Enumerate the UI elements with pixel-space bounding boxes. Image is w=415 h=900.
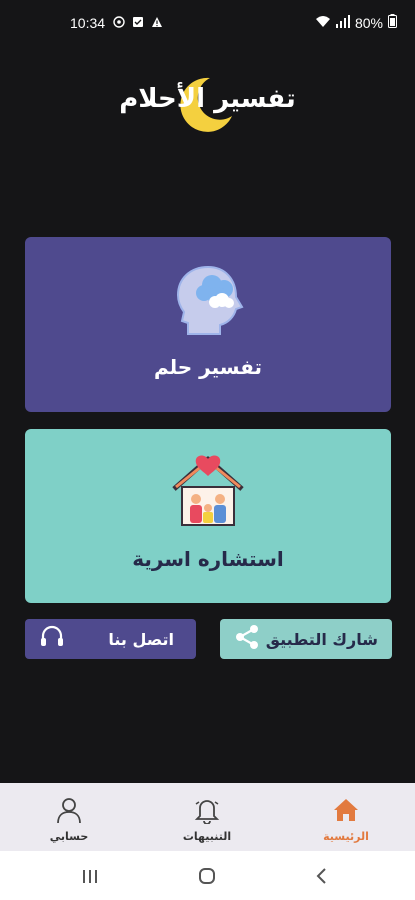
logo-title: تفسير الأحلام xyxy=(119,84,296,114)
nav-account-label: حسابي xyxy=(49,830,89,843)
contact-button-label: اتصل بنا xyxy=(108,629,174,649)
share-icon xyxy=(234,624,260,654)
family-card-label: استشاره اسرية xyxy=(132,547,284,571)
alert-icon xyxy=(151,16,163,28)
nav-account[interactable]: حسابي xyxy=(0,783,138,851)
signal-icon xyxy=(335,14,350,31)
user-icon xyxy=(55,796,83,824)
family-house-icon xyxy=(168,451,248,533)
headset-icon xyxy=(39,624,65,654)
head-cloud-icon xyxy=(168,259,248,343)
dream-interpretation-card[interactable]: تفسير حلم xyxy=(25,237,391,412)
home-circle-icon[interactable] xyxy=(195,865,219,887)
home-icon xyxy=(332,796,360,824)
recent-apps-icon[interactable] xyxy=(78,865,102,887)
share-app-button[interactable]: شارك التطبيق xyxy=(220,619,392,659)
family-consultation-card[interactable]: استشاره اسرية xyxy=(25,429,391,603)
status-system-icons: 80% xyxy=(315,14,397,31)
system-navigation-bar xyxy=(0,851,415,900)
battery-percent: 80% xyxy=(354,14,383,31)
bell-icon xyxy=(193,796,221,825)
contact-us-button[interactable]: اتصل بنا xyxy=(25,619,196,659)
app-logo: تفسير الأحلام xyxy=(110,72,305,134)
back-icon[interactable] xyxy=(310,865,334,887)
nav-alerts-label: التنبيهات xyxy=(182,830,232,843)
battery-icon xyxy=(388,14,397,31)
notification-icon xyxy=(113,16,125,28)
nav-home[interactable]: الرئيسية xyxy=(277,783,415,851)
dream-card-label: تفسير حلم xyxy=(153,355,263,379)
save-icon xyxy=(132,16,144,28)
status-notification-icons xyxy=(113,16,163,28)
nav-alerts[interactable]: التنبيهات xyxy=(138,783,276,851)
share-button-label: شارك التطبيق xyxy=(265,629,378,649)
status-bar: 10:34 80% xyxy=(0,0,415,48)
status-time: 10:34 xyxy=(70,15,106,31)
wifi-icon xyxy=(315,15,331,31)
nav-home-label: الرئيسية xyxy=(323,830,369,843)
bottom-navigation: حسابي التنبيهات الرئيسية xyxy=(0,783,415,851)
